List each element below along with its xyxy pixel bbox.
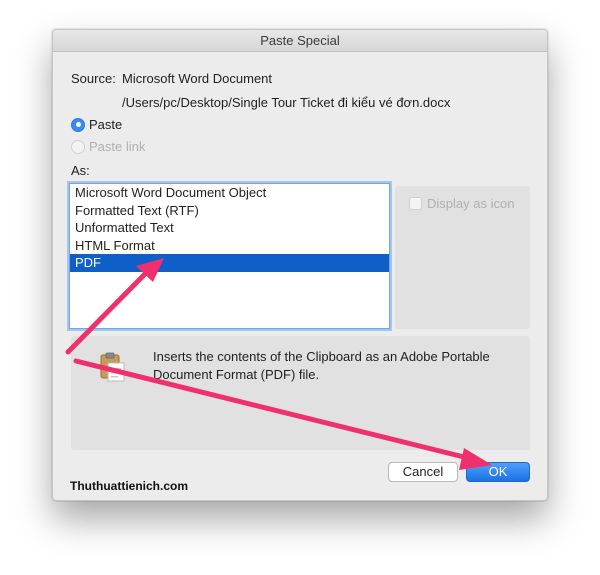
as-label: As: [71,163,90,178]
format-list-item[interactable]: HTML Format [70,237,389,255]
watermark-text: Thuthuattienich.com [70,479,188,493]
paste-link-radio-button[interactable] [71,139,85,154]
display-as-icon-checkbox[interactable] [409,197,422,210]
paste-radio-label: Paste [89,117,123,132]
format-list-item[interactable]: Formatted Text (RTF) [70,202,389,220]
source-name: Microsoft Word Document [122,71,273,86]
result-panel: Inserts the contents of the Clipboard as… [71,336,530,450]
display-options-panel: Display as icon [395,186,530,329]
source-label: Source: [71,71,116,86]
clipboard-icon [100,352,126,385]
format-list-item[interactable]: Unformatted Text [70,219,389,237]
format-list-item-selected[interactable]: PDF [70,254,389,272]
format-listbox[interactable]: Microsoft Word Document Object Formatted… [69,183,390,329]
display-as-icon-option[interactable]: Display as icon [409,196,514,211]
ok-button[interactable]: OK [466,462,530,482]
dialog-title: Paste Special [53,30,547,52]
display-as-icon-label: Display as icon [427,196,515,211]
cancel-button[interactable]: Cancel [388,462,458,482]
paste-link-radio-option[interactable]: Paste link [71,139,145,154]
paste-link-radio-label: Paste link [89,139,146,154]
format-list-item[interactable]: Microsoft Word Document Object [70,184,389,202]
paste-radio-button[interactable] [71,117,85,132]
paste-radio-option[interactable]: Paste [71,117,122,132]
result-description: Inserts the contents of the Clipboard as… [153,349,490,382]
paste-special-dialog: Paste Special Source: Microsoft Word Doc… [52,29,548,501]
source-path: /Users/pc/Desktop/Single Tour Ticket đi … [122,95,451,110]
